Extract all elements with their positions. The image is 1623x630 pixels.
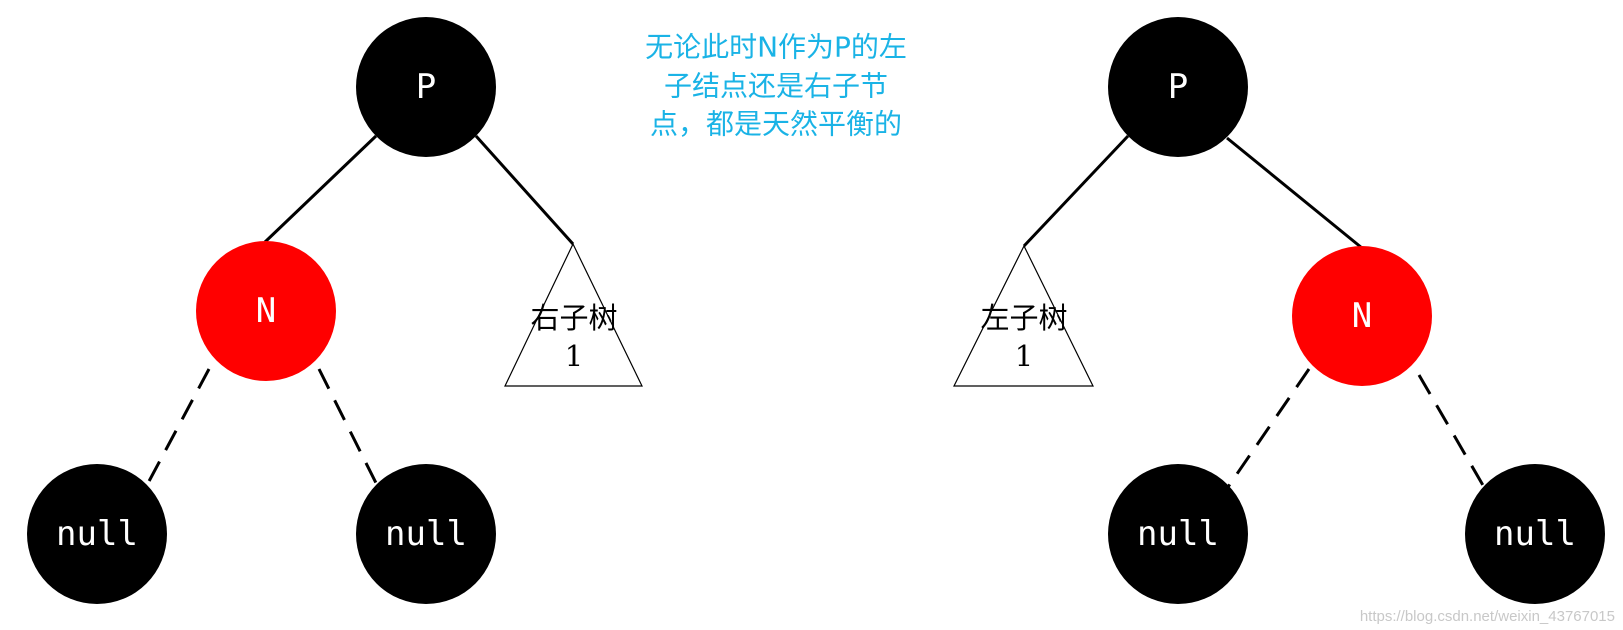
edge-n-to-null-left [1226,368,1311,488]
subtree-number: 1 [1015,339,1033,373]
note-line-2: 子结点还是右子节 [664,70,888,103]
node-p-label: P [416,67,436,107]
node-n-label: N [1352,296,1372,336]
edge-n-to-null-right [317,368,379,486]
node-null-right-label: null [385,514,467,554]
edge-p-to-n [263,134,378,244]
watermark-text: https://blog.csdn.net/weixin_43767015 [1360,608,1615,625]
tree-right-case: 左子树 1 P N null null [953,17,1605,604]
tree-left-case: 右子树 1 P N null null [27,17,643,604]
subtree-label: 右子树 [530,301,617,335]
node-null-left-label: null [1137,514,1219,554]
node-p-label: P [1168,67,1188,107]
edge-n-to-null-left [145,368,211,486]
annotation-note: 无论此时N作为P的左 子结点还是右子节 点，都是天然平衡的 [645,31,907,141]
subtree-number: 1 [565,339,583,373]
subtree-label: 左子树 [980,301,1067,335]
node-null-left-label: null [56,514,138,554]
edge-p-to-subtree [474,134,575,246]
edge-p-to-n [1226,136,1363,250]
node-n-label: N [256,291,276,331]
red-black-tree-diagram: 右子树 1 P N null null 无论此时N作为P的左 子结点还是右子节 … [27,17,1615,625]
note-line-3: 点，都是天然平衡的 [650,108,902,141]
node-null-right-label: null [1494,514,1576,554]
edge-p-to-subtree [1022,134,1130,248]
edge-n-to-null-right [1417,374,1486,488]
note-line-1: 无论此时N作为P的左 [645,31,907,64]
